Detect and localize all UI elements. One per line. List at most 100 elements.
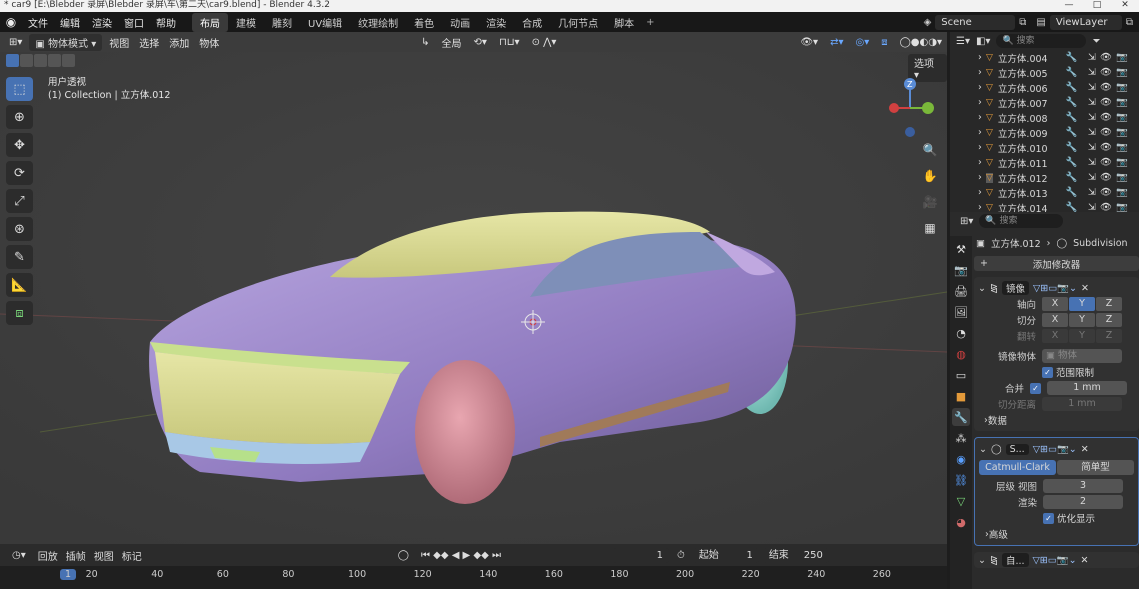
render-tab-icon[interactable]: 📷 (952, 261, 970, 279)
menu-item[interactable]: 渲染 (86, 19, 118, 30)
scene-selector[interactable]: Scene (935, 14, 1016, 30)
maximize-button[interactable]: □ (1083, 0, 1111, 11)
physics-tab-icon[interactable]: ◉ (952, 450, 970, 468)
merge-field[interactable]: 1 mm (1047, 381, 1127, 395)
advanced-subpanel[interactable]: › 高级 (979, 526, 1134, 542)
timeline-ruler[interactable]: 1 20 40 60 80 100 120 140 160 180 200 220 240 260 (0, 566, 947, 589)
tab-workspace[interactable]: 动画 (442, 13, 478, 32)
camera-icon[interactable]: 🎥 (920, 192, 940, 212)
filter-icon[interactable]: ⏷ (1092, 36, 1100, 47)
expand-icon[interactable]: › (978, 112, 982, 123)
timeline-menu-item[interactable]: 插帧 (62, 548, 90, 563)
data-subpanel[interactable]: › 数据 (978, 412, 1135, 428)
collapse-icon[interactable]: ⌄ (978, 555, 986, 566)
modifier-wrench-icon[interactable]: 🔧 (1066, 172, 1088, 183)
collapse-icon[interactable]: ⌄ (978, 283, 986, 294)
add-workspace-button[interactable]: + (646, 17, 654, 28)
tab-workspace[interactable]: 合成 (514, 13, 550, 32)
expand-icon[interactable]: › (978, 187, 982, 198)
viewport-menu-item[interactable]: 选择 (134, 35, 164, 50)
minimize-button[interactable]: — (1055, 0, 1083, 11)
outliner-row[interactable]: › ▽ 立方体.011 🔧 ⇲👁📷 (950, 155, 1139, 170)
outliner-search[interactable]: 🔍 搜索 (996, 34, 1087, 48)
overlay-icon[interactable]: ◎▾ (850, 37, 874, 48)
expand-icon[interactable]: › (978, 157, 982, 168)
playback-controls-icon[interactable]: ⏮ ◆◆ ◀ ▶ ◆◆ ⏭ (417, 550, 505, 561)
outliner-editor-icon[interactable]: ☰▾ (956, 36, 970, 47)
outliner-row[interactable]: › ▽ 立方体.004 🔧 ⇲👁📷 (950, 50, 1139, 65)
outliner-row[interactable]: › ▽ 立方体.005 🔧 ⇲👁📷 (950, 65, 1139, 80)
proportional-edit-icon[interactable]: ⊙ ⋀▾ (527, 37, 562, 48)
outliner-row[interactable]: › ▽ 立方体.010 🔧 ⇲👁📷 (950, 140, 1139, 155)
move-tool-icon[interactable]: ✥ (6, 133, 33, 157)
tab-workspace[interactable]: 渲染 (478, 13, 514, 32)
end-frame-field[interactable]: 结束 250 (762, 547, 829, 563)
measure-tool-icon[interactable]: 📐 (6, 273, 33, 297)
select-intersect-icon[interactable] (62, 54, 75, 67)
properties-search[interactable]: 🔍 搜索 (979, 214, 1064, 228)
collection-tab-icon[interactable]: ▭ (952, 366, 970, 384)
render-levels-field[interactable]: 2 (1043, 495, 1123, 509)
tab-workspace[interactable]: 脚本 (606, 13, 642, 32)
restriction-toggles-icon[interactable]: ⇲👁📷 (1088, 97, 1132, 108)
new-viewlayer-icon[interactable]: ⧉ (1126, 17, 1133, 28)
constraints-tab-icon[interactable]: ⛓ (952, 471, 970, 489)
levels-viewport-field[interactable]: 3 (1043, 479, 1123, 493)
rotate-tool-icon[interactable]: ⟳ (6, 161, 33, 185)
mirror-toggles-icon[interactable]: ▽⊞▭📷⌄ (1033, 283, 1077, 294)
clock-icon[interactable]: ⏱ (673, 550, 689, 561)
bisect-y[interactable]: Y (1069, 313, 1095, 327)
tab-workspace[interactable]: 几何节点 (550, 13, 606, 32)
expand-icon[interactable]: › (978, 67, 982, 78)
bisect-z[interactable]: Z (1096, 313, 1122, 327)
restriction-toggles-icon[interactable]: ⇲👁📷 (1088, 157, 1132, 168)
keyframe-dot-icon[interactable]: ◯ (394, 550, 413, 561)
material-tab-icon[interactable]: ◕ (952, 513, 970, 531)
select-new-icon[interactable] (6, 54, 19, 67)
xray-icon[interactable]: ⧈ (876, 37, 892, 48)
outliner-row[interactable]: › ▽ 立方体.013 🔧 ⇲👁📷 (950, 185, 1139, 200)
select-extend-icon[interactable] (20, 54, 33, 67)
timeline-menu-item[interactable]: 视图 (90, 548, 118, 563)
subdiv-remove-icon[interactable]: ✕ (1081, 444, 1089, 455)
editor-type-icon[interactable]: ⊞▾ (4, 37, 27, 48)
next-toggles-icon[interactable]: ▽⊞▭📷⌄ (1033, 555, 1077, 566)
axis-y[interactable]: Y (1069, 297, 1095, 311)
merge-checkbox[interactable]: ✓ (1030, 382, 1041, 394)
outliner-row[interactable]: › ▽ 立方体.009 🔧 ⇲👁📷 (950, 125, 1139, 140)
mirror-remove-icon[interactable]: ✕ (1081, 283, 1089, 294)
tab-workspace[interactable]: 雕刻 (264, 13, 300, 32)
viewport-menu-item[interactable]: 物体 (194, 35, 224, 50)
output-tab-icon[interactable]: 🖨 (952, 282, 970, 300)
modifier-wrench-icon[interactable]: 🔧 (1066, 187, 1088, 198)
world-tab-icon[interactable]: ◍ (952, 345, 970, 363)
tab-workspace[interactable]: 建模 (228, 13, 264, 32)
object-tab-icon[interactable]: ■ (952, 387, 970, 405)
add-modifier-button[interactable]: + 添加修改器 (974, 256, 1139, 271)
scene-tab-icon[interactable]: ◔ (952, 324, 970, 342)
start-frame-field[interactable]: 起始 1 (692, 547, 759, 563)
view-layer-tab-icon[interactable]: 🖼 (952, 303, 970, 321)
data-tab-icon[interactable]: ▽ (952, 492, 970, 510)
select-invert-icon[interactable] (48, 54, 61, 67)
tab-workspace[interactable]: 纹理绘制 (350, 13, 406, 32)
expand-icon[interactable]: › (978, 82, 982, 93)
modifier-wrench-icon[interactable]: 🔧 (1066, 52, 1088, 63)
menu-item[interactable]: 窗口 (118, 19, 150, 30)
optimal-display-checkbox[interactable]: ✓ (1043, 512, 1054, 524)
subdiv-toggles-icon[interactable]: ▽⊞▭📷⌄ (1033, 444, 1077, 455)
modifier-wrench-icon[interactable]: 🔧 (1066, 97, 1088, 108)
expand-icon[interactable]: › (978, 142, 982, 153)
viewlayer-icon[interactable]: ▤ (1036, 17, 1045, 28)
expand-icon[interactable]: › (978, 52, 982, 63)
orientation-icon[interactable]: ↳ (416, 37, 434, 48)
visibility-icon[interactable]: 👁▾ (795, 37, 823, 48)
tab-workspace[interactable]: 着色 (406, 13, 442, 32)
close-button[interactable]: ✕ (1111, 0, 1139, 11)
cursor-tool-icon[interactable]: ⊕ (6, 105, 33, 129)
flip-z[interactable]: Z (1096, 329, 1122, 343)
select-subtract-icon[interactable] (34, 54, 47, 67)
orientation-dropdown[interactable]: 全局 (437, 35, 467, 50)
restriction-toggles-icon[interactable]: ⇲👁📷 (1088, 67, 1132, 78)
bisect-x[interactable]: X (1042, 313, 1068, 327)
